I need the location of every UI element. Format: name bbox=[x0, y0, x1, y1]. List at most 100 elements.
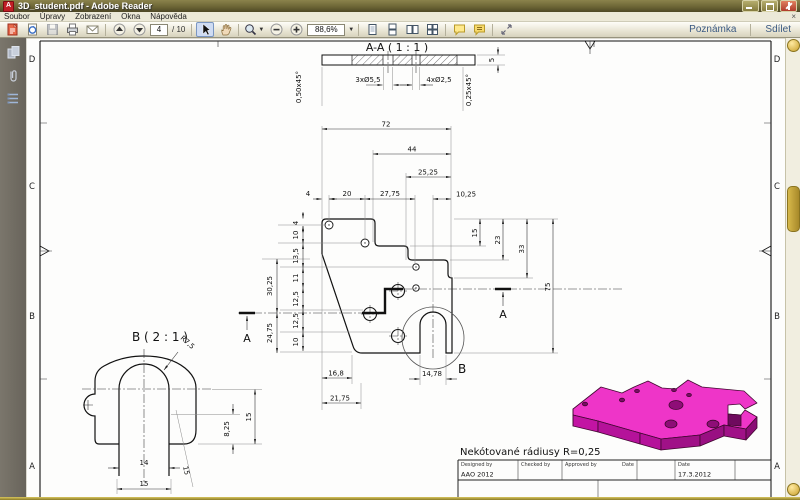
previous-page-button[interactable] bbox=[110, 22, 128, 37]
dim-825: 8,25 bbox=[223, 421, 231, 437]
restore-button[interactable] bbox=[761, 0, 778, 12]
comment-button[interactable] bbox=[450, 22, 468, 37]
collaborate-button[interactable] bbox=[23, 22, 41, 37]
dim-72: 72 bbox=[382, 121, 391, 129]
page-count-label: / 10 bbox=[172, 25, 186, 34]
comment-bubble-icon bbox=[453, 24, 465, 36]
zone-letter: B bbox=[774, 312, 780, 322]
dim-14: 14 bbox=[140, 459, 149, 467]
dim-168: 16,8 bbox=[328, 370, 344, 378]
designed-by-value: AAO 2012 bbox=[461, 471, 494, 479]
zone-letter: C bbox=[774, 182, 780, 192]
dim-right-75: 75 bbox=[544, 283, 552, 292]
checked-by-label: Checked by bbox=[521, 462, 550, 468]
zoom-level-input[interactable]: 88,6% bbox=[307, 23, 346, 36]
detail-view-title: B ( 2 : 1 ) bbox=[132, 330, 188, 344]
bookmarks-button[interactable] bbox=[4, 90, 22, 106]
four-up-view-button[interactable] bbox=[423, 22, 441, 37]
dim-2775: 27,75 bbox=[380, 190, 400, 198]
menubar-close-icon[interactable]: × bbox=[791, 12, 796, 21]
dim-20: 20 bbox=[343, 190, 352, 198]
dim-2175: 21,75 bbox=[330, 395, 350, 403]
page-number-input[interactable]: 4 bbox=[150, 23, 168, 36]
dim-chain-10b: 10 bbox=[292, 338, 300, 347]
dim-thickness: 5 bbox=[488, 58, 496, 62]
scroll-up-icon[interactable] bbox=[787, 39, 800, 52]
zoom-level-dropdown-icon[interactable]: ▼ bbox=[348, 27, 354, 33]
dim-2475: 24,75 bbox=[266, 323, 274, 343]
print-button[interactable] bbox=[63, 22, 81, 37]
dim-4: 4 bbox=[306, 190, 311, 198]
create-pdf-icon bbox=[7, 23, 18, 36]
date2-label: Date bbox=[678, 462, 690, 468]
single-page-icon bbox=[368, 24, 377, 35]
dim-chain-10: 10 bbox=[292, 231, 300, 240]
page-thumbnails-icon bbox=[7, 45, 19, 58]
dim-chain-11: 11 bbox=[292, 274, 300, 283]
page-down-icon bbox=[133, 23, 145, 36]
markup-bubble-icon bbox=[473, 24, 485, 36]
toolbar: 4 / 10 ▼ 88,6% ▼ Poznámka Sdílet bbox=[0, 22, 800, 38]
detail-label: B bbox=[458, 362, 466, 376]
email-button[interactable] bbox=[83, 22, 101, 37]
save-button[interactable] bbox=[43, 22, 61, 37]
zone-letter: D bbox=[29, 55, 36, 65]
page-thumbnails-button[interactable] bbox=[4, 44, 22, 60]
minimize-button[interactable] bbox=[742, 0, 759, 12]
zone-letter: A bbox=[29, 462, 35, 472]
zoom-in-button[interactable] bbox=[287, 22, 305, 37]
adobe-reader-app-icon: A bbox=[3, 0, 14, 12]
attachments-icon bbox=[9, 69, 17, 82]
select-tool-button[interactable] bbox=[196, 22, 215, 37]
designed-by-label: Designed by bbox=[461, 462, 492, 468]
zoom-marquee-button[interactable]: ▼ bbox=[243, 22, 265, 37]
zoom-out-button[interactable] bbox=[267, 22, 285, 37]
dim-holes-small: 4xØ2,5 bbox=[426, 76, 451, 84]
collaborate-icon bbox=[27, 23, 37, 36]
date-label: Date bbox=[622, 462, 634, 468]
next-page-button[interactable] bbox=[130, 22, 148, 37]
single-page-view-button[interactable] bbox=[363, 22, 381, 37]
menu-upravy[interactable]: Úpravy bbox=[40, 12, 65, 21]
dim-chamfer-left: 0,50x45° bbox=[295, 71, 303, 103]
zoom-tool-dropdown-icon: ▼ bbox=[258, 26, 265, 33]
menu-zobrazeni[interactable]: Zobrazení bbox=[75, 12, 111, 21]
create-pdf-button[interactable] bbox=[3, 22, 21, 37]
dim-3025: 30,25 bbox=[266, 276, 274, 296]
poznamka-button[interactable]: Poznámka bbox=[683, 24, 742, 35]
dim-chain-135: 13,5 bbox=[292, 248, 300, 264]
dim-15-outer: 15 bbox=[140, 480, 149, 488]
dim-right-15: 15 bbox=[471, 229, 479, 238]
hand-tool-button[interactable] bbox=[216, 22, 234, 37]
dim-right-33: 33 bbox=[518, 245, 526, 254]
menu-napoveda[interactable]: Nápověda bbox=[150, 12, 186, 21]
scrollbar-thumb[interactable] bbox=[787, 186, 800, 232]
attachments-button[interactable] bbox=[4, 67, 22, 83]
drawing-note: Nekótované rádiusy R=0,25 bbox=[460, 446, 601, 458]
navigation-panel bbox=[0, 38, 26, 497]
approved-by-label: Approved by bbox=[565, 462, 597, 468]
menu-soubor[interactable]: Soubor bbox=[4, 12, 30, 21]
title-bar: A 3D_student.pdf - Adobe Reader bbox=[0, 0, 800, 12]
section-label-left: A bbox=[243, 332, 251, 345]
scroll-down-icon[interactable] bbox=[787, 483, 800, 496]
markup-button[interactable] bbox=[470, 22, 488, 37]
continuous-icon bbox=[388, 23, 397, 36]
continuous-view-button[interactable] bbox=[383, 22, 401, 37]
save-icon bbox=[46, 24, 58, 35]
zone-letter: C bbox=[29, 182, 35, 192]
vertical-scrollbar[interactable] bbox=[785, 38, 800, 497]
two-up-view-button[interactable] bbox=[403, 22, 421, 37]
dim-1025: 10,25 bbox=[456, 191, 476, 199]
zone-letter: D bbox=[774, 55, 781, 65]
zoom-loupe-icon bbox=[245, 24, 257, 36]
close-button[interactable] bbox=[780, 0, 797, 12]
section-label-right: A bbox=[499, 308, 507, 321]
dim-44: 44 bbox=[408, 146, 417, 154]
date-value: 17.3.2012 bbox=[678, 471, 711, 479]
bookmarks-icon bbox=[7, 93, 18, 103]
sdilet-button[interactable]: Sdílet bbox=[759, 24, 797, 35]
menu-okna[interactable]: Okna bbox=[121, 12, 140, 21]
fullscreen-button[interactable] bbox=[497, 22, 515, 37]
email-icon bbox=[86, 25, 98, 34]
